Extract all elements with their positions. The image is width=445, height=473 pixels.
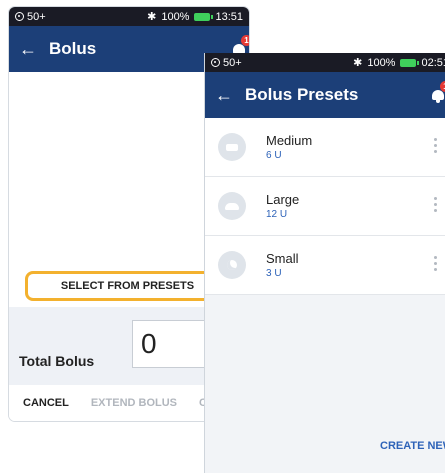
preset-item-medium[interactable]: Medium 6 U — [205, 118, 445, 177]
battery-icon — [400, 58, 420, 67]
clock: 13:51 — [215, 10, 243, 23]
select-from-presets-button[interactable]: SELECT FROM PRESETS — [25, 271, 230, 301]
extend-bolus-button[interactable]: EXTEND BOLUS — [91, 397, 177, 409]
bluetooth-icon: ✱ — [147, 11, 157, 23]
bolus-presets-screen: 50+ ✱ 100% 02:51 ← Bolus Presets 1 Mediu… — [205, 53, 445, 473]
total-bolus-label: Total Bolus — [19, 353, 95, 369]
status-bar: 50+ ✱ 100% 13:51 — [9, 7, 249, 26]
battery-icon — [194, 12, 214, 21]
signal-icon — [211, 58, 220, 67]
preset-units: 3 U — [266, 268, 282, 279]
signal-text: 50+ — [223, 56, 242, 69]
cancel-button[interactable]: CANCEL — [23, 397, 69, 409]
battery-text: 100% — [161, 10, 190, 23]
create-new-button[interactable]: CREATE NEW — [380, 440, 445, 452]
preset-units: 12 U — [266, 209, 288, 220]
preset-name: Small — [266, 251, 299, 266]
clock: 02:51 — [421, 56, 445, 69]
preset-name: Medium — [266, 133, 313, 148]
back-arrow-icon[interactable]: ← — [215, 85, 233, 106]
meal-medium-icon — [218, 133, 246, 161]
preset-units: 6 U — [266, 150, 282, 161]
preset-name: Large — [266, 192, 300, 207]
back-arrow-icon[interactable]: ← — [19, 39, 37, 60]
more-options-icon[interactable] — [434, 256, 437, 271]
preset-item-large[interactable]: Large 12 U — [205, 177, 445, 236]
signal-text: 50+ — [27, 10, 46, 23]
bluetooth-icon: ✱ — [353, 57, 363, 69]
meal-large-icon — [218, 192, 246, 220]
signal-icon — [15, 12, 24, 21]
page-title: Bolus Presets — [245, 85, 359, 104]
notification-badge: 1 — [241, 35, 249, 46]
app-bar: ← Bolus Presets 1 — [205, 72, 445, 118]
battery-text: 100% — [367, 56, 396, 69]
preset-list: Medium 6 U Large 12 U Small 3 U — [205, 118, 445, 295]
preset-item-small[interactable]: Small 3 U — [205, 236, 445, 295]
more-options-icon[interactable] — [434, 138, 437, 153]
status-bar: 50+ ✱ 100% 02:51 — [205, 53, 445, 72]
more-options-icon[interactable] — [434, 197, 437, 212]
notification-badge: 1 — [440, 81, 445, 92]
notification-bell-icon[interactable]: 1 — [430, 81, 445, 103]
meal-small-icon — [218, 251, 246, 279]
page-title: Bolus — [49, 39, 97, 58]
